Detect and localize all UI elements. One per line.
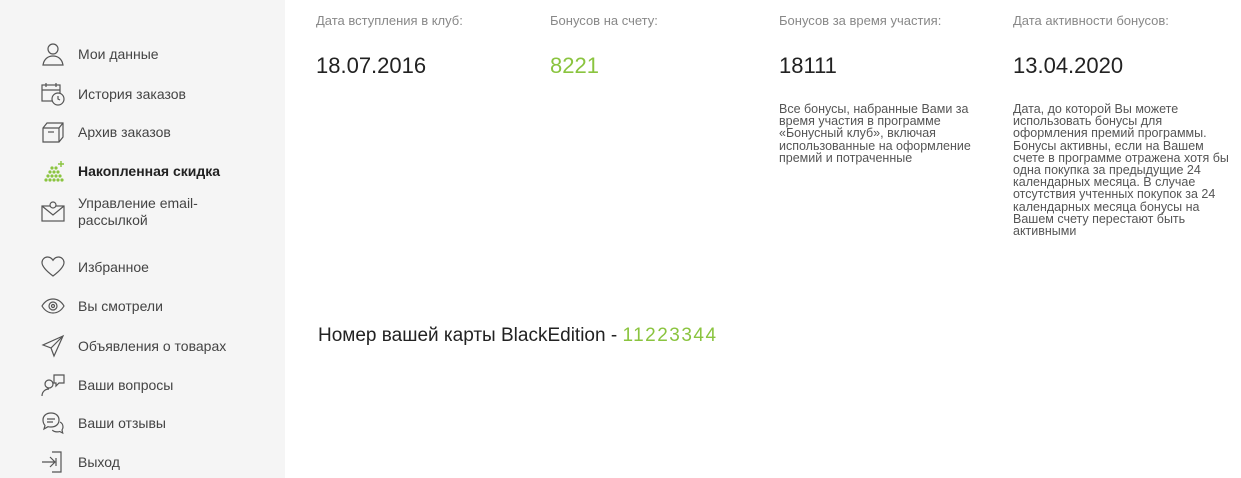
active-date-value: 13.04.2020 bbox=[1013, 53, 1124, 78]
discount-coins-icon bbox=[40, 158, 66, 184]
sidebar-item-label: Мои данные bbox=[78, 45, 159, 62]
reviews-icon bbox=[40, 410, 66, 436]
sidebar-item-logout[interactable]: Выход bbox=[40, 449, 270, 475]
sidebar-item-my-data[interactable]: Мои данные bbox=[40, 41, 270, 67]
join-date-label: Дата вступления в клуб: bbox=[316, 13, 463, 28]
bonus-balance-value: 8221 bbox=[550, 53, 599, 78]
sidebar-item-label: Управление email-рассылкой bbox=[78, 195, 198, 228]
sidebar-item-product-announcements[interactable]: Объявления о товарах bbox=[40, 333, 270, 359]
sidebar-item-label: Избранное bbox=[78, 258, 149, 275]
join-date-value: 18.07.2016 bbox=[316, 53, 427, 78]
bonus-total-value: 18111 bbox=[779, 53, 837, 78]
bonus-total-label: Бонусов за время участия: bbox=[779, 13, 942, 28]
stat-bonus-total: Бонусов за время участия: 18111 Все бону… bbox=[779, 13, 1004, 164]
sidebar-item-favorites[interactable]: Избранное bbox=[40, 254, 270, 280]
email-icon bbox=[40, 199, 66, 225]
stat-bonus-active-date: Дата активности бонусов: 13.04.2020 Дата… bbox=[1013, 13, 1231, 237]
sidebar-item-label: Ваши отзывы bbox=[78, 414, 166, 431]
sidebar-item-reviews[interactable]: Ваши отзывы bbox=[40, 410, 270, 436]
sidebar-item-label: Накопленная скидка bbox=[78, 162, 221, 179]
order-history-icon bbox=[40, 81, 66, 107]
sidebar-item-label: Архив заказов bbox=[78, 123, 171, 140]
sidebar-item-label: Вы смотрели bbox=[78, 297, 163, 314]
sidebar-item-order-archive[interactable]: Архив заказов bbox=[40, 119, 270, 145]
sidebar: Мои данные История заказов Архив заказов… bbox=[0, 0, 285, 478]
bonus-total-description: Все бонусы, набранные Вами за время учас… bbox=[779, 102, 971, 165]
card-number-label: Номер вашей карты BlackEdition - bbox=[318, 325, 623, 346]
heart-icon bbox=[40, 254, 66, 280]
sidebar-item-label: Ваши вопросы bbox=[78, 376, 174, 393]
stat-bonus-balance: Бонусов на счету: 8221 bbox=[550, 13, 658, 79]
sidebar-item-label: История заказов bbox=[78, 85, 186, 102]
sidebar-item-questions[interactable]: Ваши вопросы bbox=[40, 372, 270, 398]
bonus-balance-label: Бонусов на счету: bbox=[550, 13, 658, 28]
card-number-line: Номер вашей карты BlackEdition - 1122334… bbox=[318, 325, 718, 347]
paper-plane-icon bbox=[40, 333, 66, 359]
sidebar-item-viewed[interactable]: Вы смотрели bbox=[40, 293, 270, 319]
sidebar-item-label: Выход bbox=[78, 453, 120, 470]
logout-icon bbox=[40, 449, 66, 475]
sidebar-item-accumulated-discount[interactable]: Накопленная скидка bbox=[40, 158, 270, 184]
stat-join-date: Дата вступления в клуб: 18.07.2016 bbox=[316, 13, 463, 79]
active-date-label: Дата активности бонусов: bbox=[1013, 13, 1169, 28]
sidebar-item-label: Объявления о товарах bbox=[78, 337, 227, 354]
user-icon bbox=[40, 41, 66, 67]
archive-icon bbox=[40, 119, 66, 145]
active-date-description: Дата, до которой Вы можете использовать … bbox=[1013, 102, 1229, 239]
eye-icon bbox=[40, 293, 66, 319]
sidebar-item-order-history[interactable]: История заказов bbox=[40, 81, 270, 107]
card-number: 11223344 bbox=[622, 325, 718, 346]
sidebar-item-email-subscriptions[interactable]: Управление email-рассылкой bbox=[40, 195, 270, 229]
question-icon bbox=[40, 372, 66, 398]
